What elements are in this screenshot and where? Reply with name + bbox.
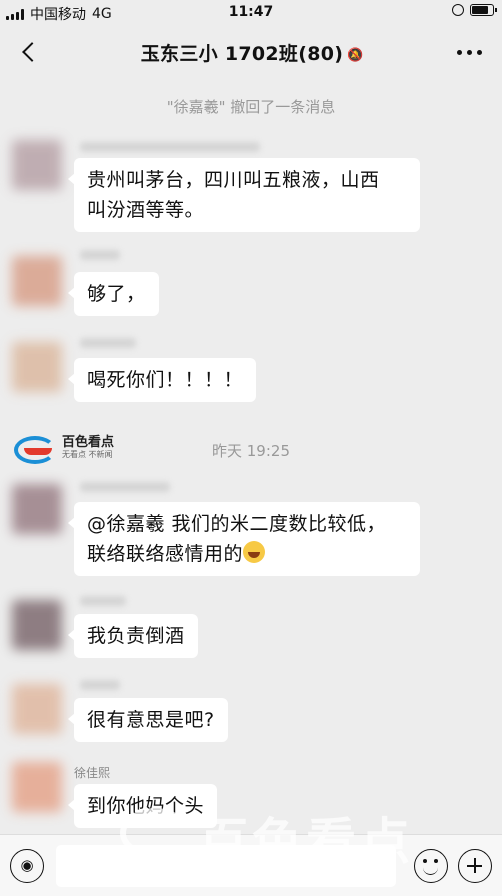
message-text: 到你他妈个头	[87, 795, 205, 817]
battery-icon	[470, 4, 497, 16]
message-bubble[interactable]: 贵州叫茅台，四川叫五粮液，山西 叫汾酒等等。	[68, 158, 420, 232]
voice-icon[interactable]: ◉	[10, 849, 44, 883]
message-text: 很有意思是吧?	[87, 709, 215, 731]
plus-icon[interactable]	[458, 849, 492, 883]
sender-name-blurred	[80, 596, 126, 606]
message-bubble[interactable]: 喝死你们！！！！	[67, 358, 257, 402]
recall-notice: "徐嘉羲" 撤回了一条消息	[166, 98, 336, 116]
message-bubble[interactable]: @徐嘉羲 我们的米二度数比较低， 联络联络感情用的	[68, 502, 420, 576]
sender-name-blurred	[80, 142, 260, 152]
message-input[interactable]	[56, 845, 396, 887]
message-bubble[interactable]: 我负责倒酒	[68, 614, 198, 658]
message-text-line2: 联络联络感情用的	[87, 543, 244, 565]
input-bar: ◉	[0, 834, 502, 896]
status-time: 11:47	[228, 4, 274, 20]
message-text: 贵州叫茅台，四川叫五粮液，山西 叫汾酒等等。	[87, 169, 380, 221]
avatar[interactable]	[12, 600, 62, 650]
rotation-lock-icon	[452, 4, 464, 16]
sender-name-blurred	[80, 250, 120, 260]
laughing-emoji-icon	[243, 541, 266, 563]
sender-name: 徐佳熙	[74, 766, 111, 780]
message-text: 我负责倒酒	[87, 625, 185, 647]
status-bar: 中国移动 4G 11:47	[0, 0, 502, 26]
avatar[interactable]	[12, 484, 62, 534]
message-bubble[interactable]: 到你他妈个头	[67, 784, 218, 828]
avatar[interactable]	[12, 762, 62, 812]
status-right	[452, 4, 497, 16]
sender-name-blurred	[80, 338, 136, 348]
time-divider: 昨天 19:25	[212, 442, 290, 460]
message-text: 够了，	[87, 283, 146, 305]
avatar[interactable]	[12, 140, 62, 190]
message-bubble[interactable]: 够了，	[68, 272, 159, 316]
avatar[interactable]	[12, 684, 62, 734]
bell-off-icon: 🔕	[347, 47, 364, 63]
avatar[interactable]	[12, 342, 62, 392]
chat-header: 玉东三小 1702班(80) 🔕	[0, 28, 502, 76]
message-text: 喝死你们！！！！	[87, 369, 244, 391]
more-icon[interactable]	[457, 50, 482, 55]
emoji-icon[interactable]	[414, 849, 448, 883]
chat-title-wrap: 玉东三小 1702班(80) 🔕	[0, 39, 502, 66]
message-text-line1: @徐嘉羲 我们的米二度数比较低，	[87, 513, 387, 535]
message-bubble[interactable]: 很有意思是吧?	[68, 698, 228, 742]
sender-name-blurred	[80, 680, 120, 690]
avatar[interactable]	[12, 256, 62, 306]
sender-name-blurred	[80, 482, 170, 492]
chat-title: 玉东三小 1702班(80)	[140, 43, 344, 65]
